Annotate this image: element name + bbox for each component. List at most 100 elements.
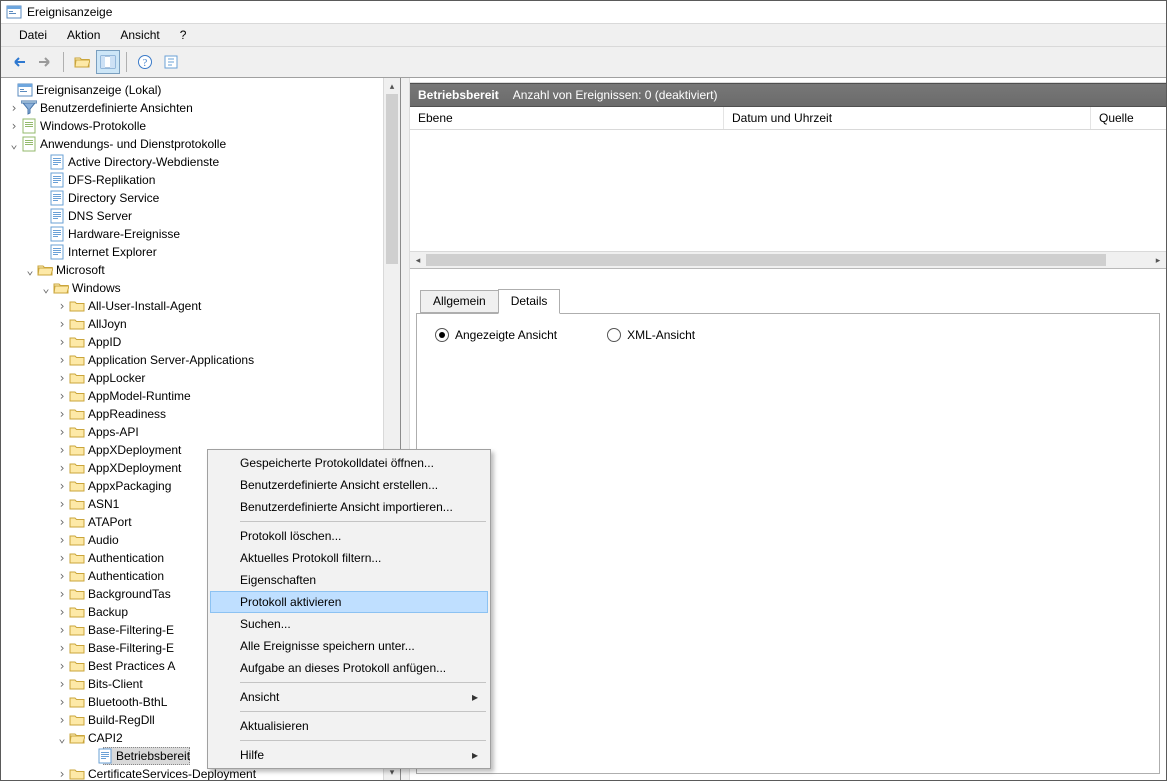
radio-xml-view[interactable]: XML-Ansicht xyxy=(607,328,695,342)
ctx-save-all-events[interactable]: Alle Ereignisse speichern unter... xyxy=(210,635,488,657)
expander-icon[interactable]: › xyxy=(55,425,69,439)
tree-item-label: Application Server-Applications xyxy=(88,353,254,367)
tree-item-icon xyxy=(69,640,85,656)
ctx-help-submenu[interactable]: Hilfe ▸ xyxy=(210,744,488,766)
expander-icon[interactable]: › xyxy=(55,317,69,331)
main-window: Ereignisanzeige Datei Aktion Ansicht ? E… xyxy=(0,0,1167,781)
tree-item-dfs[interactable]: DFS-Replikation xyxy=(1,171,384,189)
tree-item-label: Backup xyxy=(88,605,128,619)
tree-root[interactable]: Ereignisanzeige (Lokal) xyxy=(1,81,384,99)
menu-view[interactable]: Ansicht xyxy=(112,26,167,44)
expander-icon[interactable]: ⌄ xyxy=(7,137,21,151)
expander-icon[interactable]: › xyxy=(55,389,69,403)
ctx-open-saved-log[interactable]: Gespeicherte Protokolldatei öffnen... xyxy=(210,452,488,474)
ctx-find[interactable]: Suchen... xyxy=(210,613,488,635)
expander-icon[interactable]: › xyxy=(55,443,69,457)
tree-item-win-5[interactable]: ›AppModel-Runtime xyxy=(1,387,384,405)
tab-details-panel: Angezeigte Ansicht XML-Ansicht xyxy=(416,313,1160,774)
ctx-enable-log[interactable]: Protokoll aktivieren xyxy=(210,591,488,613)
menu-action[interactable]: Aktion xyxy=(59,26,108,44)
scroll-thumb[interactable] xyxy=(426,254,1106,266)
tree-item-win-3[interactable]: › Application Server-Applications xyxy=(1,351,384,369)
tree-item-microsoft[interactable]: ⌄Microsoft xyxy=(1,261,384,279)
scroll-left-button[interactable]: ◂ xyxy=(410,252,426,268)
context-menu: Gespeicherte Protokolldatei öffnen... Be… xyxy=(207,449,491,769)
expander-icon[interactable]: › xyxy=(55,479,69,493)
expander-icon[interactable]: › xyxy=(55,713,69,727)
scroll-up-button[interactable]: ▴ xyxy=(384,78,400,94)
tree-item-ie[interactable]: Internet Explorer xyxy=(1,243,384,261)
expander-icon[interactable]: › xyxy=(7,119,21,133)
expander-icon[interactable]: › xyxy=(55,353,69,367)
nav-back-button[interactable] xyxy=(7,50,31,74)
expander-icon[interactable]: › xyxy=(55,587,69,601)
menu-help[interactable]: ? xyxy=(172,26,195,44)
event-list-hscroll[interactable]: ◂ ▸ xyxy=(410,251,1166,268)
menu-file[interactable]: Datei xyxy=(11,26,55,44)
tree-item-dns[interactable]: DNS Server xyxy=(1,207,384,225)
expander-icon[interactable]: › xyxy=(55,767,69,780)
tree-item-windows[interactable]: ⌄Windows xyxy=(1,279,384,297)
col-level[interactable]: Ebene xyxy=(410,107,724,129)
tree-item-win-1[interactable]: ›AllJoyn xyxy=(1,315,384,333)
tree-item-win-0[interactable]: ›All-User-Install-Agent xyxy=(1,297,384,315)
expander-icon[interactable]: › xyxy=(55,371,69,385)
expander-icon[interactable]: ⌄ xyxy=(39,281,53,295)
tree-item-icon xyxy=(49,244,65,260)
help-button[interactable] xyxy=(133,50,157,74)
expander-icon[interactable]: › xyxy=(55,497,69,511)
tree-item-hardware[interactable]: Hardware-Ereignisse xyxy=(1,225,384,243)
ctx-filter-log[interactable]: Aktuelles Protokoll filtern... xyxy=(210,547,488,569)
expander-icon[interactable]: › xyxy=(55,695,69,709)
expander-icon[interactable]: › xyxy=(55,515,69,529)
tree-item-icon xyxy=(69,316,85,332)
ctx-properties[interactable]: Eigenschaften xyxy=(210,569,488,591)
expander-icon[interactable]: ⌄ xyxy=(55,731,69,745)
expander-icon[interactable]: › xyxy=(55,335,69,349)
properties-button[interactable] xyxy=(159,50,183,74)
ctx-attach-task[interactable]: Aufgabe an dieses Protokoll anfügen... xyxy=(210,657,488,679)
expander-icon[interactable]: › xyxy=(55,407,69,421)
toolbar xyxy=(1,47,1166,78)
scroll-right-button[interactable]: ▸ xyxy=(1150,252,1166,268)
expander-icon[interactable]: › xyxy=(55,299,69,313)
separator xyxy=(240,711,486,712)
tree-custom-views[interactable]: ›Benutzerdefinierte Ansichten xyxy=(1,99,384,117)
tree-item-label: DFS-Replikation xyxy=(68,173,155,187)
ctx-clear-log[interactable]: Protokoll löschen... xyxy=(210,525,488,547)
expander-icon[interactable]: › xyxy=(55,641,69,655)
col-datetime[interactable]: Datum und Uhrzeit xyxy=(724,107,1091,129)
tree-item-ad-web[interactable]: Active Directory-Webdienste xyxy=(1,153,384,171)
up-button[interactable] xyxy=(70,50,94,74)
expander-icon[interactable]: › xyxy=(55,569,69,583)
tree-windows-logs[interactable]: ›Windows-Protokolle xyxy=(1,117,384,135)
expander-icon[interactable]: › xyxy=(55,623,69,637)
tab-details[interactable]: Details xyxy=(498,289,561,314)
tree-item-label: Audio xyxy=(88,533,119,547)
tree-item-win-6[interactable]: ›AppReadiness xyxy=(1,405,384,423)
tree-item-directory[interactable]: Directory Service xyxy=(1,189,384,207)
ctx-import-custom-view[interactable]: Benutzerdefinierte Ansicht importieren..… xyxy=(210,496,488,518)
expander-icon[interactable]: ⌄ xyxy=(23,263,37,277)
ctx-refresh[interactable]: Aktualisieren xyxy=(210,715,488,737)
col-source[interactable]: Quelle xyxy=(1091,107,1166,129)
expander-icon[interactable]: › xyxy=(55,605,69,619)
ctx-view-submenu[interactable]: Ansicht ▸ xyxy=(210,686,488,708)
expander-icon[interactable]: › xyxy=(55,533,69,547)
expander-icon[interactable]: › xyxy=(7,101,21,115)
expander-icon[interactable]: › xyxy=(55,461,69,475)
scroll-thumb[interactable] xyxy=(386,94,398,264)
tab-general[interactable]: Allgemein xyxy=(420,290,499,313)
tree-item-win-7[interactable]: ›Apps-API xyxy=(1,423,384,441)
tree-item-label: Anwendungs- und Dienstprotokolle xyxy=(40,137,226,151)
nav-forward-button[interactable] xyxy=(33,50,57,74)
ctx-create-custom-view[interactable]: Benutzerdefinierte Ansicht erstellen... xyxy=(210,474,488,496)
tree-item-win-4[interactable]: ›AppLocker xyxy=(1,369,384,387)
tree-item-win-2[interactable]: ›AppID xyxy=(1,333,384,351)
radio-friendly-view[interactable]: Angezeigte Ansicht xyxy=(435,328,557,342)
show-hide-tree-button[interactable] xyxy=(96,50,120,74)
expander-icon[interactable]: › xyxy=(55,677,69,691)
expander-icon[interactable]: › xyxy=(55,659,69,673)
tree-app-services[interactable]: ⌄ Anwendungs- und Dienstprotokolle xyxy=(1,135,384,153)
expander-icon[interactable]: › xyxy=(55,551,69,565)
